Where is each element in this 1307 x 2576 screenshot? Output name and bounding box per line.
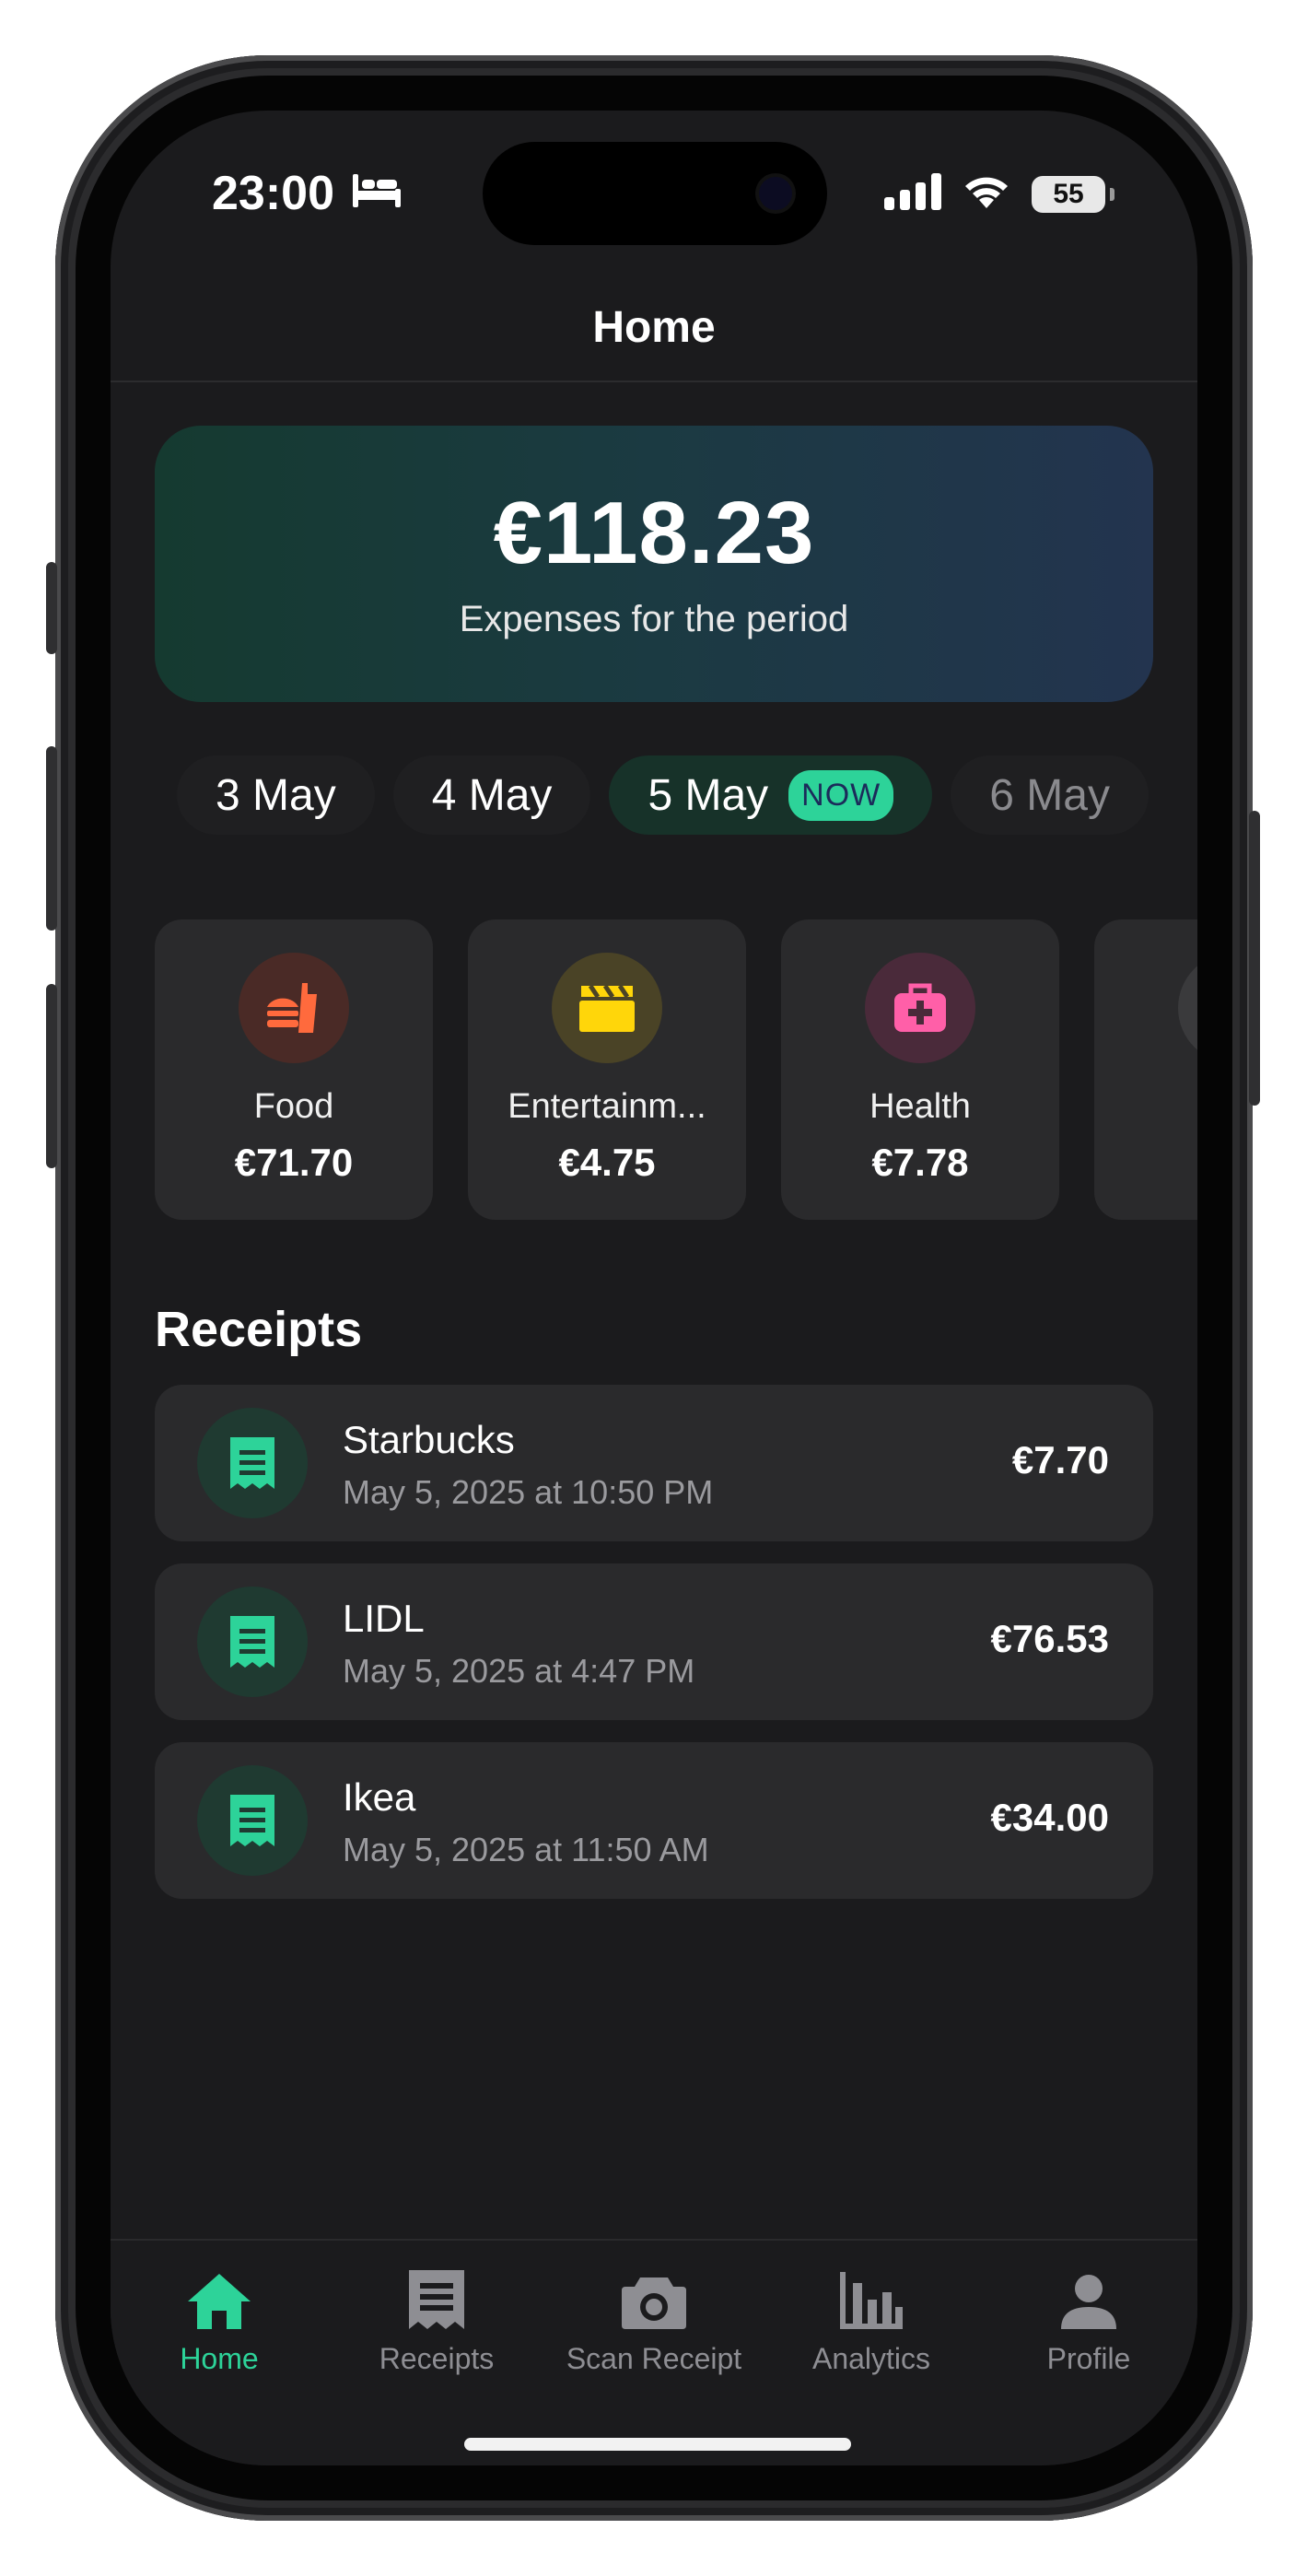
tab-receipts[interactable]: Receipts	[328, 2241, 545, 2465]
total-expenses-amount: €118.23	[493, 484, 815, 582]
power-button	[1249, 811, 1260, 1106]
category-icon	[1178, 953, 1197, 1063]
app-screen: 23:00 55 Home €118.23 Expenses for the p…	[111, 111, 1197, 2465]
person-icon	[980, 2265, 1197, 2331]
receipt-row-starbucks[interactable]: Starbucks May 5, 2025 at 10:50 PM €7.70	[155, 1385, 1153, 1541]
cellular-signal-icon	[884, 173, 941, 215]
bottom-tab-bar: Home Receipts Scan Receipt Analytics Pro…	[111, 2239, 1197, 2465]
status-bar-indicators: 55	[884, 173, 1114, 215]
receipt-icon	[197, 1408, 308, 1518]
front-camera	[759, 177, 792, 210]
page-title: Home	[592, 303, 716, 352]
header-divider	[111, 381, 1197, 382]
category-card-health[interactable]: Health €7.78	[781, 919, 1059, 1220]
date-chip-3-may[interactable]: 3 May	[177, 755, 375, 835]
status-bar-time: 23:00	[212, 166, 403, 221]
receipt-icon	[197, 1765, 308, 1876]
expenses-summary-card: €118.23 Expenses for the period	[155, 426, 1153, 702]
volume-down-button	[46, 984, 57, 1168]
dynamic-island	[483, 142, 827, 245]
total-expenses-label: Expenses for the period	[459, 599, 849, 639]
receipt-row-ikea[interactable]: Ikea May 5, 2025 at 11:50 AM €34.00	[155, 1742, 1153, 1899]
action-button	[46, 562, 57, 654]
camera-icon	[545, 2265, 763, 2331]
receipt-row-lidl[interactable]: LIDL May 5, 2025 at 4:47 PM €76.53	[155, 1563, 1153, 1720]
wifi-icon	[962, 173, 1011, 215]
now-badge: NOW	[788, 769, 894, 821]
date-chip-5-may[interactable]: 5 May NOW	[609, 755, 933, 835]
receipt-icon	[197, 1587, 308, 1697]
battery-indicator: 55	[1032, 175, 1114, 213]
category-card-entertainment[interactable]: Entertainm... €4.75	[468, 919, 746, 1220]
category-card-other[interactable]: C €2	[1094, 919, 1197, 1220]
home-icon	[111, 2265, 328, 2331]
date-selector: 3 May 4 May 5 May NOW 6 May	[177, 755, 1149, 835]
date-chip-4-may[interactable]: 4 May	[392, 755, 591, 835]
tab-analytics[interactable]: Analytics	[763, 2241, 980, 2465]
sleep-bed-icon	[351, 166, 403, 221]
volume-up-button	[46, 746, 57, 931]
clapperboard-icon	[552, 953, 662, 1063]
category-card-food[interactable]: Food €71.70	[155, 919, 433, 1220]
bar-chart-icon	[763, 2265, 980, 2331]
tab-scan-receipt[interactable]: Scan Receipt	[545, 2241, 763, 2465]
receipts-list: Starbucks May 5, 2025 at 10:50 PM €7.70 …	[155, 1385, 1153, 1921]
medical-bag-icon	[865, 953, 975, 1063]
tab-profile[interactable]: Profile	[980, 2241, 1197, 2465]
category-carousel: Food €71.70 Entertainm... €4.75 Health €…	[155, 919, 1197, 1220]
food-icon	[239, 953, 349, 1063]
date-chip-6-may[interactable]: 6 May	[951, 755, 1149, 835]
receipt-icon	[328, 2265, 545, 2331]
home-indicator[interactable]	[464, 2438, 851, 2451]
receipts-section-title: Receipts	[155, 1302, 363, 1357]
tab-home[interactable]: Home	[111, 2241, 328, 2465]
